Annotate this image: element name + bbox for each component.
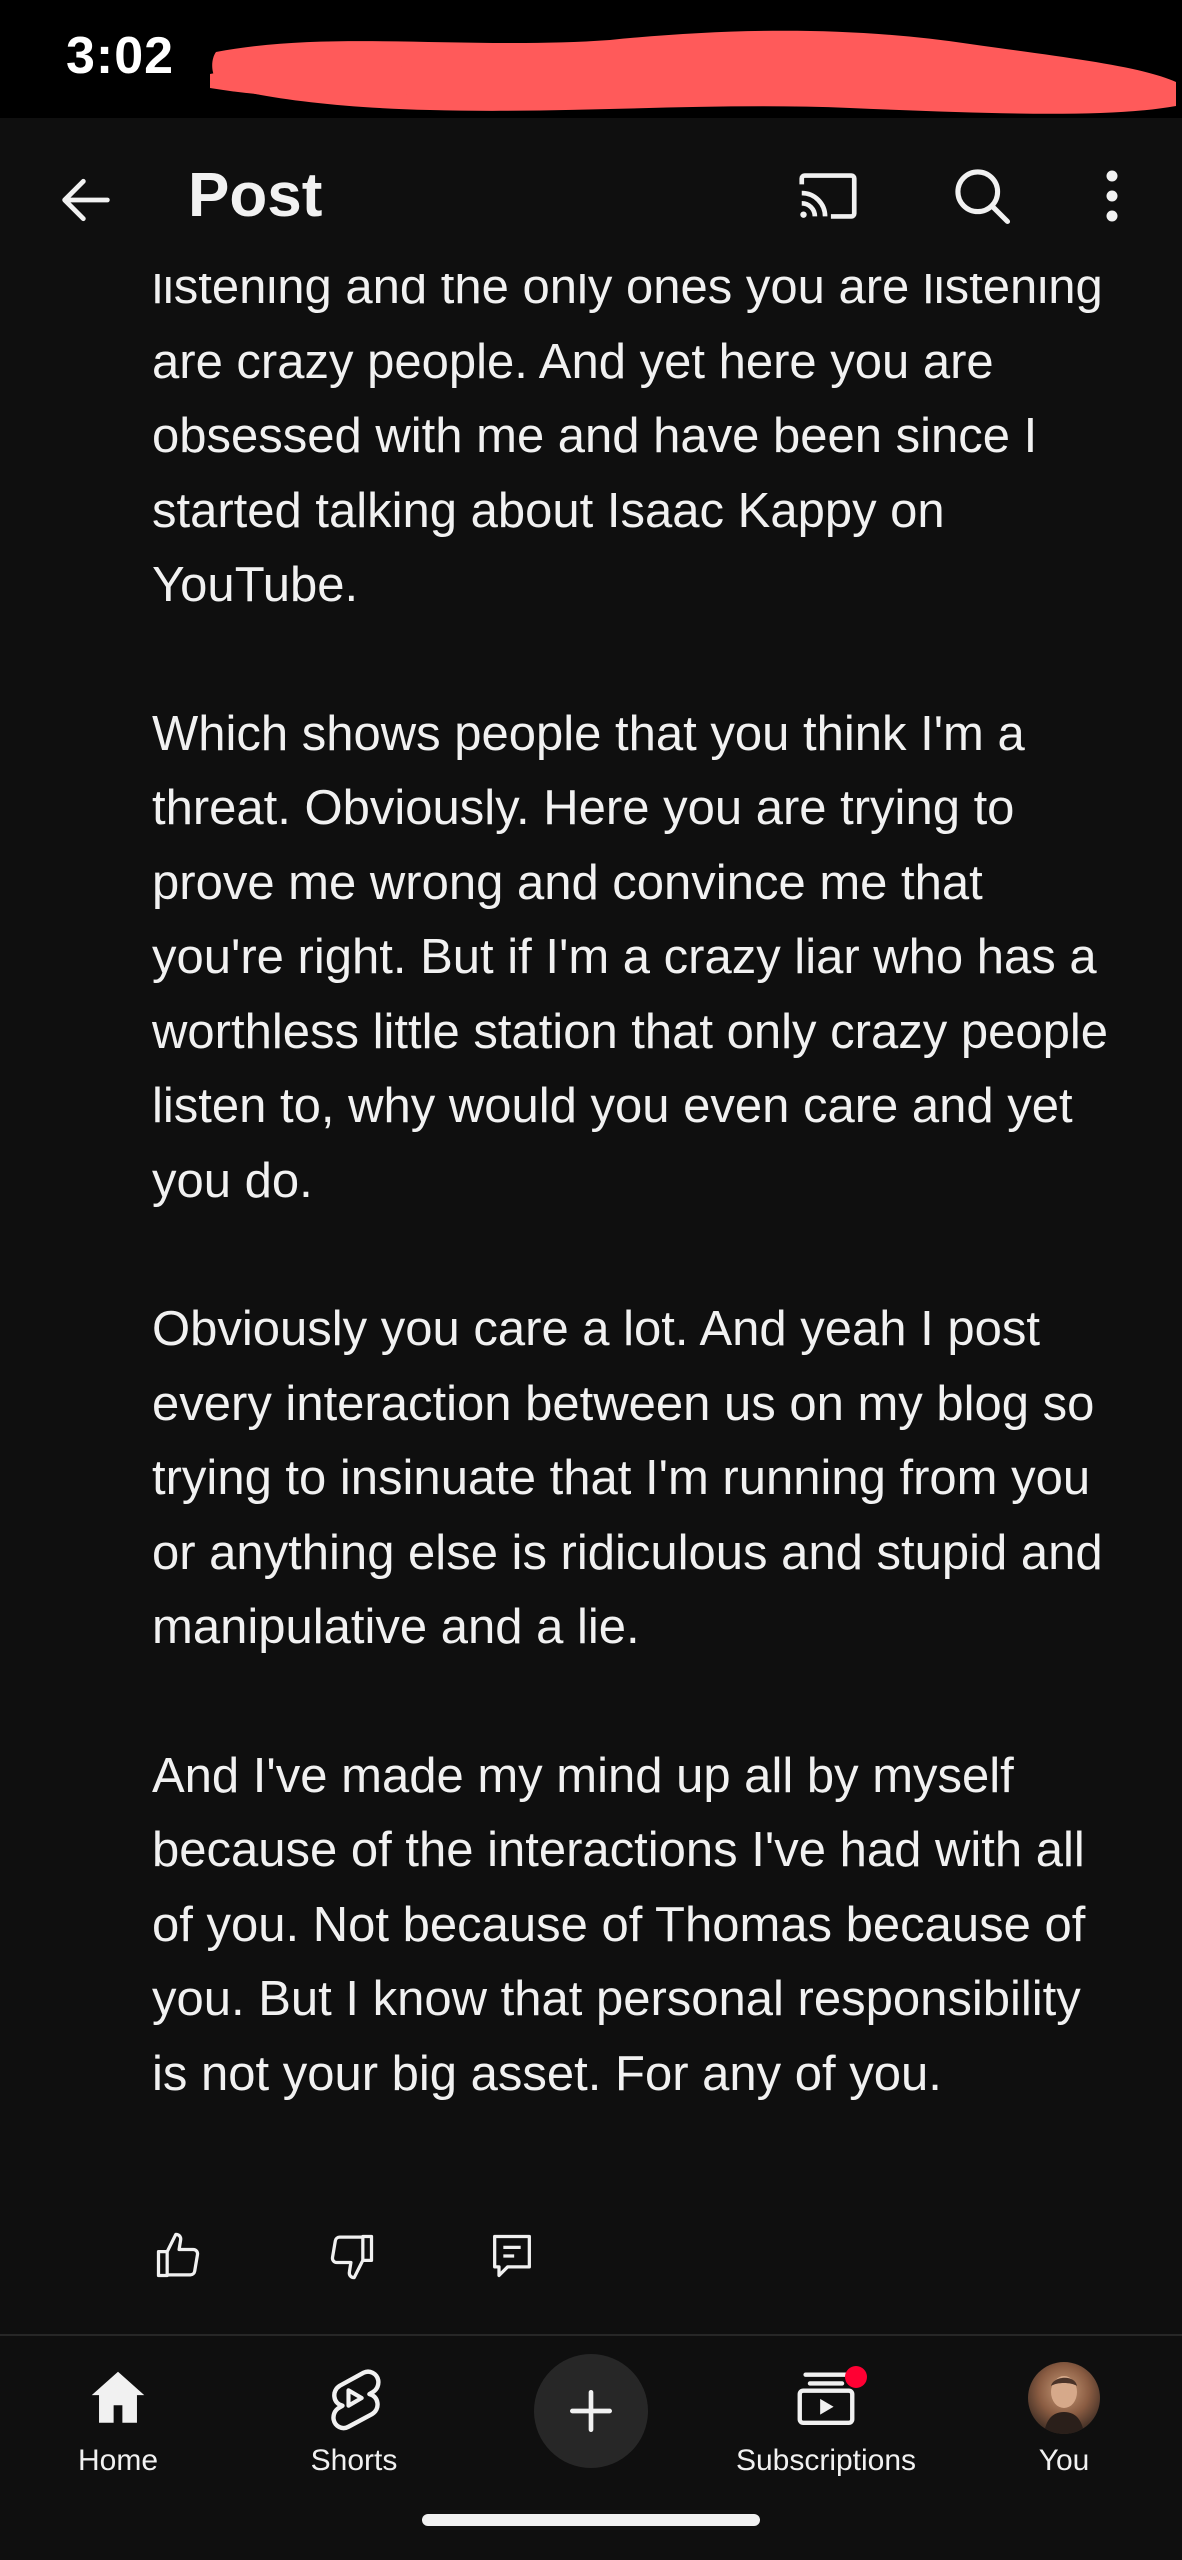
avatar [1028, 2362, 1100, 2434]
more-button[interactable] [1082, 154, 1142, 238]
cast-icon [799, 173, 857, 219]
shorts-icon [331, 2369, 381, 2431]
comment-button[interactable] [484, 2228, 540, 2284]
thumbs-up-icon [156, 2232, 200, 2278]
back-arrow-icon [62, 178, 110, 222]
search-button[interactable] [940, 154, 1024, 238]
nav-label-you: You [1038, 2444, 1090, 2477]
plus-icon [570, 2390, 612, 2432]
more-vert-icon [1106, 170, 1118, 222]
nav-you[interactable]: You [946, 2356, 1182, 2506]
post-body: listening and the only ones you are list… [152, 250, 1112, 2190]
nav-label-subscriptions: Subscriptions [735, 2444, 917, 2477]
avatar-wrap [1028, 2356, 1100, 2440]
like-button[interactable] [150, 2228, 206, 2284]
post-actions [150, 2228, 850, 2288]
post-paragraph: And I've made my mind up all by myself b… [152, 1748, 1086, 2101]
page-title: Post [188, 161, 323, 230]
home-icon [91, 2371, 145, 2423]
comment-icon [493, 2234, 531, 2278]
nav-home[interactable]: Home [0, 2356, 236, 2506]
search-icon [955, 169, 1011, 225]
app-bar: Post [0, 118, 1182, 274]
nav-subscriptions[interactable]: Subscriptions [708, 2356, 944, 2506]
status-time: 3:02 [66, 27, 175, 85]
dislike-button[interactable] [324, 2228, 380, 2284]
create-button[interactable] [534, 2354, 648, 2468]
post-paragraph: Obviously you care a lot. And yeah I pos… [152, 1302, 1103, 1654]
avatar-image [1044, 2376, 1084, 2434]
subscriptions-icon-wrap [791, 2356, 867, 2440]
cast-button[interactable] [786, 154, 870, 238]
back-button[interactable] [44, 158, 128, 242]
thumbs-down-icon [330, 2234, 374, 2280]
home-indicator[interactable] [422, 2514, 760, 2526]
redaction-scribble [210, 30, 1177, 114]
home-icon-wrap [83, 2356, 153, 2440]
nav-label-home: Home [77, 2444, 159, 2477]
status-bar: 3:02 [0, 0, 1182, 118]
nav-label-shorts: Shorts [310, 2444, 398, 2477]
notification-dot [845, 2366, 867, 2388]
bottom-nav: Home Shorts Subscriptions You [0, 2336, 1182, 2560]
post-paragraph: listening and the only ones you are list… [152, 260, 1103, 612]
nav-shorts[interactable]: Shorts [236, 2356, 472, 2506]
post-paragraph: Which shows people that you think I'm a … [152, 706, 1108, 1208]
shorts-icon-wrap [321, 2356, 387, 2440]
